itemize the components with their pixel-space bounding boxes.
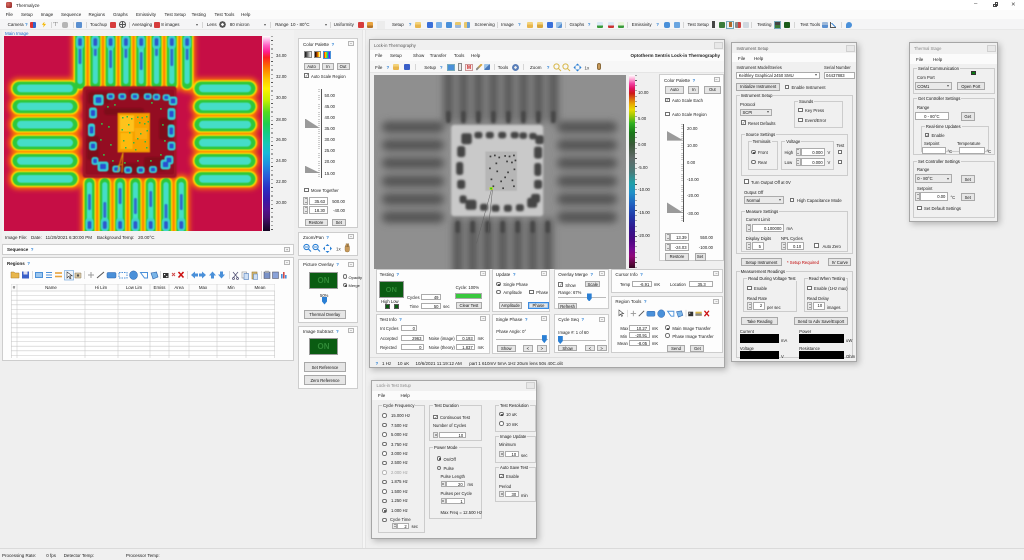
svg-text:Max: Max bbox=[199, 285, 208, 290]
svg-text:Hi Lim: Hi Lim bbox=[95, 285, 108, 290]
svg-text:Mean: Mean bbox=[255, 285, 267, 290]
svg-text:Name: Name bbox=[45, 285, 57, 290]
svg-text:Min: Min bbox=[227, 285, 235, 290]
svg-text:Area: Area bbox=[174, 285, 184, 290]
svg-text:1x: 1x bbox=[584, 66, 590, 71]
svg-text:Low Lim: Low Lim bbox=[126, 285, 143, 290]
svg-text:1x: 1x bbox=[336, 247, 342, 252]
svg-text:Emiss: Emiss bbox=[154, 285, 167, 290]
